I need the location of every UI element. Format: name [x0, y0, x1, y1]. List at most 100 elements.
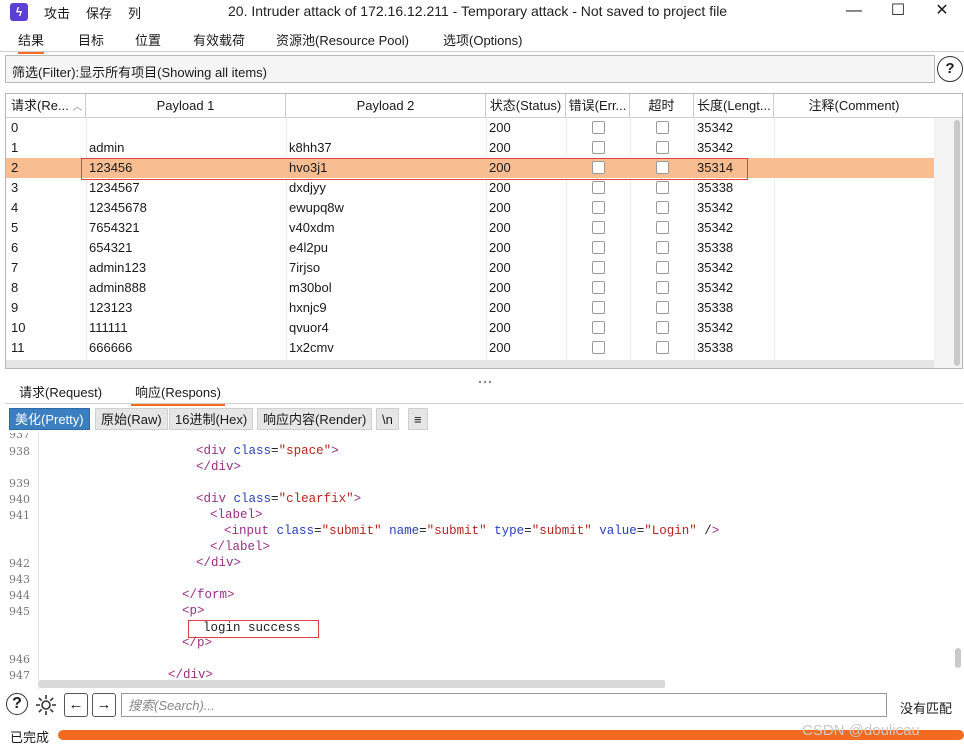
cell-length: 35338 [697, 300, 734, 315]
error-checkbox[interactable] [592, 321, 605, 334]
cell-request: 8 [11, 280, 19, 295]
col-request[interactable]: 请求(Re... ︿ [6, 94, 86, 118]
minimize-button[interactable]: — [832, 0, 876, 24]
table-row[interactable]: 0 200 35342 [6, 118, 934, 138]
table-horizontal-scrollbar[interactable] [6, 360, 934, 368]
error-checkbox[interactable] [592, 201, 605, 214]
table-row[interactable]: 7 admin123 7irjso 200 35342 [6, 258, 934, 278]
hex-button[interactable]: 16进制(Hex) [169, 408, 254, 430]
help-icon[interactable]: ? [937, 56, 963, 82]
col-length[interactable]: 长度(Lengt... [694, 94, 774, 118]
tab-response[interactable]: 响应(Respons) [131, 382, 225, 406]
timeout-checkbox[interactable] [656, 301, 669, 314]
filter-bar[interactable]: 筛选(Filter):显示所有项目(Showing all items) [5, 55, 935, 83]
table-vertical-scrollbar[interactable] [934, 118, 962, 368]
response-code-view[interactable]: 937 938 939 940 941 942 943 944 945 946 … [5, 433, 963, 689]
error-checkbox[interactable] [592, 181, 605, 194]
error-checkbox[interactable] [592, 261, 605, 274]
tab-request[interactable]: 请求(Request) [19, 382, 102, 401]
line-number: 946 [9, 653, 30, 666]
error-checkbox[interactable] [592, 221, 605, 234]
col-timeout[interactable]: 超时 [630, 94, 694, 118]
code-horizontal-scrollbar[interactable] [39, 680, 665, 688]
cell-payload1: 7654321 [89, 220, 140, 235]
gear-icon[interactable] [34, 693, 58, 717]
col-payload2[interactable]: Payload 2 [286, 94, 486, 118]
cell-payload1: 654321 [89, 240, 133, 255]
cell-payload1: admin [89, 140, 125, 155]
pane-splitter-handle[interactable] [478, 372, 492, 384]
tab-options[interactable]: 选项(Options) [443, 30, 522, 49]
next-match-button[interactable]: → [92, 693, 116, 717]
table-row[interactable]: 1 admin k8hh37 200 35342 [6, 138, 934, 158]
timeout-checkbox[interactable] [656, 201, 669, 214]
timeout-checkbox[interactable] [656, 221, 669, 234]
table-row[interactable]: 6 654321 e4l2pu 200 35338 [6, 238, 934, 258]
error-checkbox[interactable] [592, 241, 605, 254]
close-button[interactable]: ✕ [920, 0, 964, 24]
newline-toggle-button[interactable]: \n [376, 408, 399, 430]
tab-resource-pool[interactable]: 资源池(Resource Pool) [276, 30, 409, 49]
menu-attack[interactable]: 攻击 [44, 3, 70, 22]
cell-length: 35338 [697, 240, 734, 255]
cell-payload1: 12345678 [89, 200, 147, 215]
search-input[interactable] [121, 693, 887, 717]
pretty-button[interactable]: 美化(Pretty) [9, 408, 90, 430]
error-checkbox[interactable] [592, 281, 605, 294]
timeout-checkbox[interactable] [656, 241, 669, 254]
cell-length: 35338 [697, 180, 734, 195]
error-checkbox[interactable] [592, 121, 605, 134]
tab-payloads[interactable]: 有效载荷 [193, 30, 245, 49]
menu-icon[interactable]: ≡ [408, 408, 428, 430]
line-number: 944 [9, 589, 30, 602]
burp-logo-icon: ϟ [10, 3, 28, 21]
maximize-button[interactable]: ☐ [876, 0, 920, 24]
cell-length: 35342 [697, 280, 734, 295]
cell-payload2: k8hh37 [289, 140, 332, 155]
table-row[interactable]: 4 12345678 ewupq8w 200 35342 [6, 198, 934, 218]
table-row[interactable]: 5 7654321 v40xdm 200 35342 [6, 218, 934, 238]
cell-length: 35342 [697, 320, 734, 335]
cell-payload2: m30bol [289, 280, 332, 295]
error-checkbox[interactable] [592, 141, 605, 154]
code-vertical-scrollbar[interactable] [955, 648, 961, 668]
menu-save[interactable]: 保存 [86, 3, 112, 22]
table-row[interactable]: 9 123123 hxnjc9 200 35338 [6, 298, 934, 318]
help-icon[interactable]: ? [6, 693, 28, 715]
timeout-checkbox[interactable] [656, 121, 669, 134]
table-row[interactable]: 3 1234567 dxdjyy 200 35338 [6, 178, 934, 198]
timeout-checkbox[interactable] [656, 281, 669, 294]
tab-positions[interactable]: 位置 [135, 30, 161, 49]
col-error[interactable]: 错误(Err... [566, 94, 630, 118]
tab-results[interactable]: 结果 [18, 30, 45, 54]
error-checkbox[interactable] [592, 301, 605, 314]
raw-button[interactable]: 原始(Raw) [95, 408, 168, 430]
table-row[interactable]: 10 111111 qvuor4 200 35342 [6, 318, 934, 338]
col-payload1[interactable]: Payload 1 [86, 94, 286, 118]
timeout-checkbox[interactable] [656, 321, 669, 334]
error-checkbox[interactable] [592, 341, 605, 354]
timeout-checkbox[interactable] [656, 181, 669, 194]
table-row[interactable]: 11 666666 1x2cmv 200 35338 [6, 338, 934, 358]
line-number: 943 [9, 573, 30, 586]
cell-request: 3 [11, 180, 19, 195]
code-line: <div class="space"> [196, 444, 339, 458]
line-number: 939 [9, 477, 30, 490]
line-number: 942 [9, 557, 30, 570]
cell-request: 11 [11, 340, 25, 355]
table-row[interactable]: 8 admin888 m30bol 200 35342 [6, 278, 934, 298]
render-button[interactable]: 响应内容(Render) [257, 408, 373, 430]
previous-match-button[interactable]: ← [64, 693, 88, 717]
timeout-checkbox[interactable] [656, 261, 669, 274]
col-status[interactable]: 状态(Status) [486, 94, 566, 118]
menu-columns[interactable]: 列 [128, 3, 141, 22]
timeout-checkbox[interactable] [656, 141, 669, 154]
timeout-checkbox[interactable] [656, 341, 669, 354]
tab-target[interactable]: 目标 [78, 30, 104, 49]
cell-status: 200 [489, 300, 511, 315]
cell-payload1: 1234567 [89, 180, 140, 195]
cell-request: 4 [11, 200, 19, 215]
cell-length: 35342 [697, 220, 734, 235]
filter-label: 筛选(Filter):显示所有项目(Showing all items) [12, 65, 267, 80]
col-comment[interactable]: 注释(Comment) [774, 94, 934, 118]
